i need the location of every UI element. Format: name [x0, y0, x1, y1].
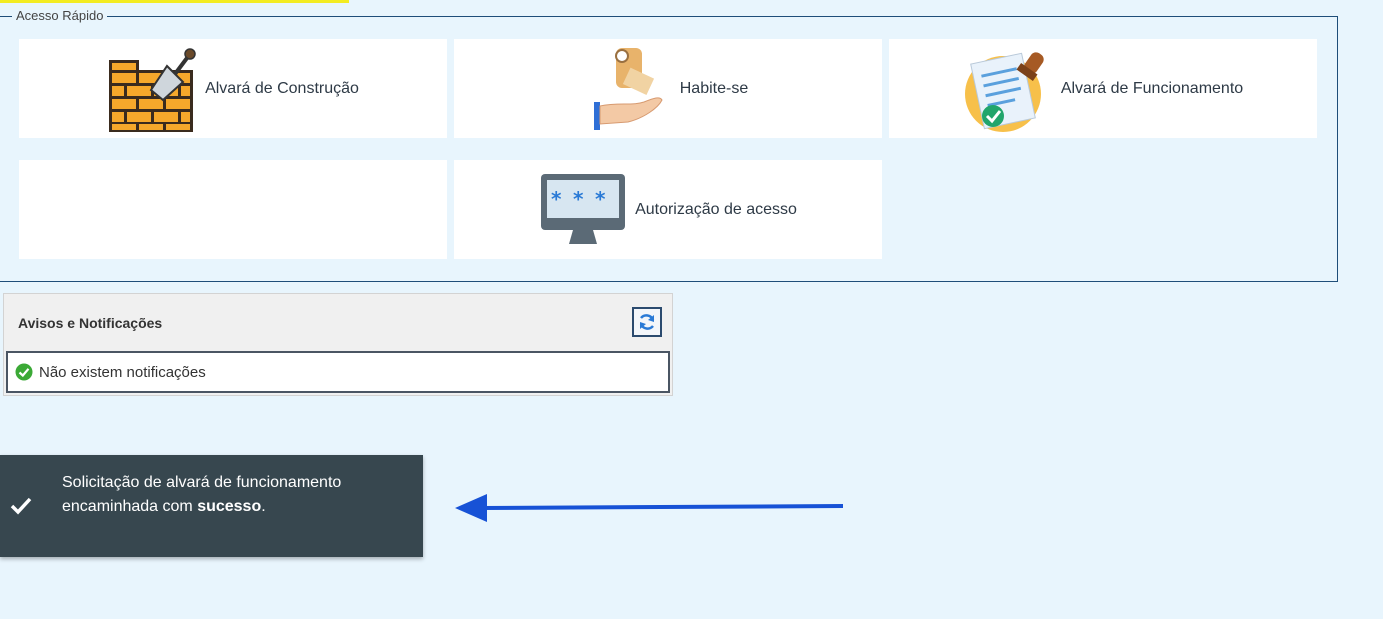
tile-label: Autorização de acesso [635, 200, 797, 218]
refresh-icon [637, 312, 657, 332]
success-toast: Solicitação de alvará de funcionamento e… [0, 455, 423, 557]
pointer-arrow-icon [455, 494, 844, 522]
tile-habite-se[interactable]: Habite-se [454, 39, 882, 138]
toast-message-suffix: . [261, 498, 266, 515]
empty-notifications-message: Não existem notificações [39, 363, 206, 381]
refresh-button[interactable] [632, 307, 662, 337]
toast-message: Solicitação de alvará de funcionamento e… [62, 471, 362, 519]
notifications-title: Avisos e Notificações [18, 315, 163, 331]
tile-alvara-funcionamento[interactable]: Alvará de Funcionamento [889, 39, 1317, 138]
svg-text:*: * [551, 187, 562, 211]
tile-alvara-construcao[interactable]: Alvará de Construção [19, 39, 447, 138]
document-stamp-icon [963, 44, 1053, 134]
hand-key-icon [588, 44, 664, 134]
toast-message-bold: sucesso [197, 498, 262, 515]
svg-text:*: * [595, 187, 606, 211]
tile-empty [19, 160, 447, 259]
quick-access-legend: Acesso Rápido [0, 8, 108, 23]
notifications-header: Avisos e Notificações [4, 294, 672, 349]
monitor-password-icon: * * * [539, 172, 627, 248]
quick-access-panel: Acesso Rápido Alvará de Construção Habit… [0, 8, 1338, 282]
notifications-list: Não existem notificações [6, 351, 670, 393]
brick-wall-trowel-icon [107, 44, 197, 134]
top-accent-bar [0, 0, 349, 3]
notifications-panel: Avisos e Notificações Não existem notifi… [3, 293, 673, 396]
svg-text:*: * [573, 187, 584, 211]
success-check-icon [15, 363, 33, 381]
tile-label: Habite-se [679, 79, 749, 97]
tile-label: Alvará de Construção [205, 79, 359, 97]
checkmark-icon [10, 494, 32, 521]
tile-autorizacao-acesso[interactable]: * * * Autorização de acesso [454, 160, 882, 259]
tile-label: Alvará de Funcionamento [1060, 79, 1244, 97]
